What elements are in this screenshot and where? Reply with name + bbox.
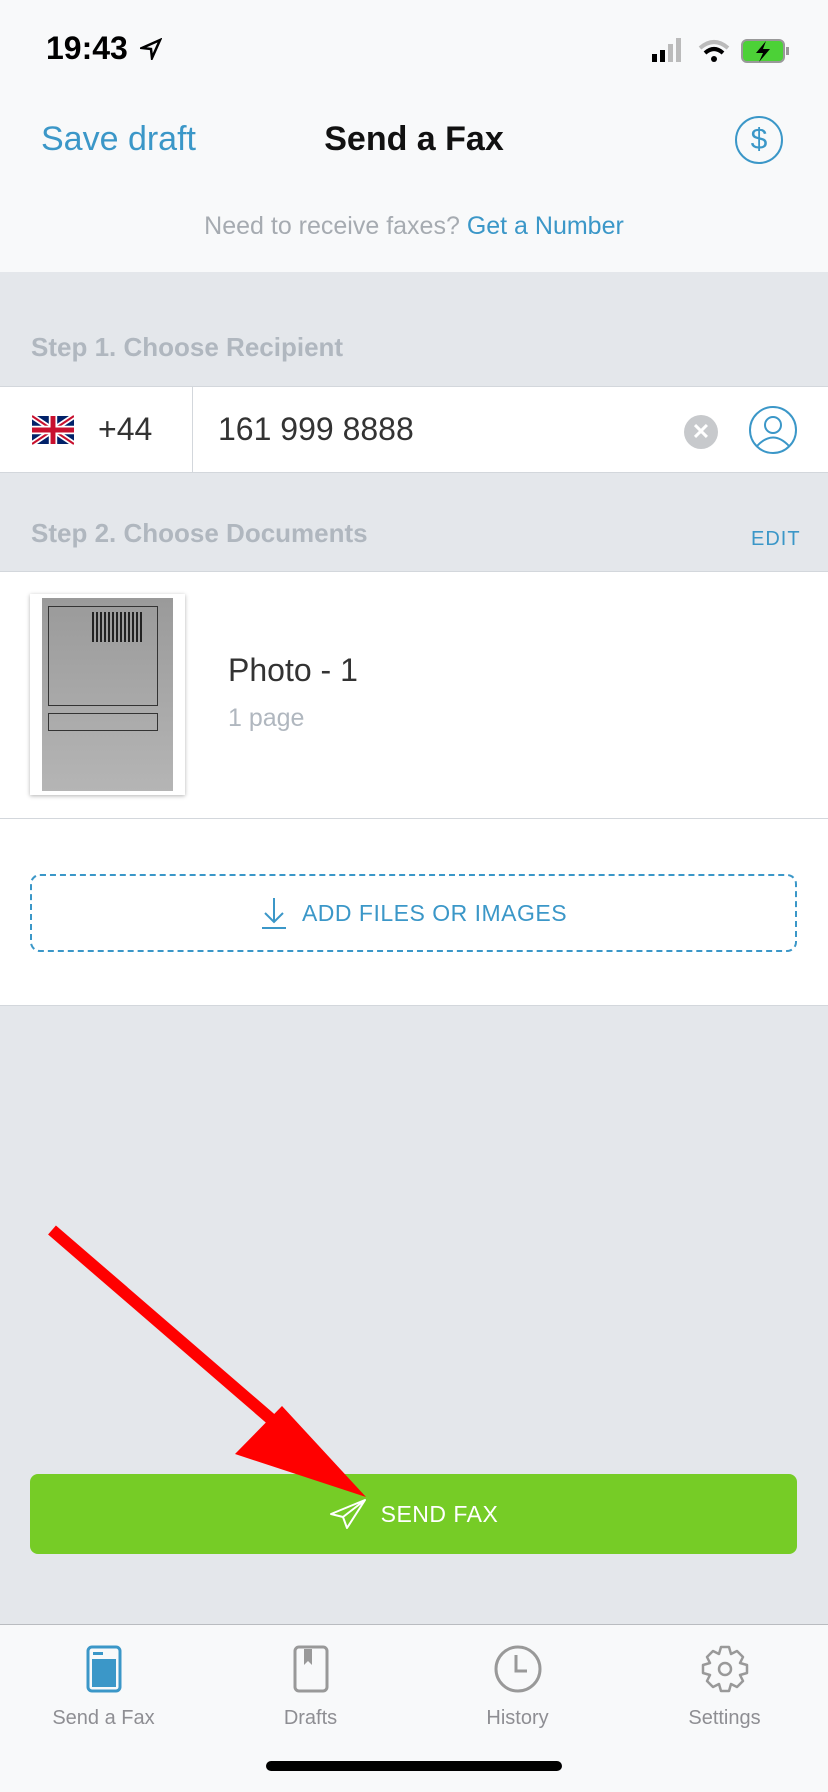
download-icon — [261, 898, 286, 929]
tab-label: Settings — [688, 1707, 761, 1729]
gear-icon — [701, 1645, 748, 1693]
document-row[interactable]: Photo - 1 1 page — [0, 571, 828, 819]
fax-number-input[interactable]: 161 999 8888 — [218, 411, 414, 448]
tab-history[interactable]: History — [414, 1645, 621, 1730]
recipient-row: +44 161 999 8888 ✕ — [0, 386, 828, 473]
tab-label: Send a Fax — [52, 1707, 155, 1729]
document-thumbnail — [30, 594, 185, 795]
clock-icon — [494, 1645, 541, 1693]
clear-icon[interactable]: ✕ — [684, 415, 718, 449]
step1-label: Step 1. Choose Recipient — [31, 332, 344, 362]
get-number-link[interactable]: Get a Number — [467, 212, 624, 240]
uk-flag-icon[interactable] — [32, 415, 74, 445]
step2-label: Step 2. Choose Documents — [31, 518, 368, 548]
add-files-area: ADD FILES OR IMAGES — [0, 819, 828, 1006]
dollar-icon[interactable]: $ — [735, 116, 783, 164]
contact-icon[interactable] — [748, 405, 798, 455]
edit-button[interactable]: EDIT — [751, 528, 801, 551]
country-code[interactable]: +44 — [98, 411, 152, 448]
document-pages: 1 page — [228, 704, 305, 732]
add-files-label: ADD FILES OR IMAGES — [301, 899, 568, 926]
tab-label: Drafts — [283, 1707, 338, 1729]
page-title: Send a Fax — [324, 120, 504, 158]
divider — [192, 387, 193, 473]
annotation-arrow — [48, 1225, 366, 1497]
tab-label: History — [486, 1707, 549, 1729]
status-time: 19:43 — [46, 30, 128, 66]
receive-banner: Need to receive faxes? Get a Number — [0, 212, 828, 241]
tab-drafts[interactable]: Drafts — [207, 1645, 414, 1730]
home-indicator — [266, 1761, 562, 1771]
add-files-button[interactable]: ADD FILES OR IMAGES — [30, 874, 797, 952]
tab-bar: Send a Fax Drafts History Settings — [0, 1624, 828, 1792]
status-icons — [652, 38, 789, 63]
document-name: Photo - 1 — [228, 652, 358, 688]
tab-send-fax[interactable]: Send a Fax — [0, 1645, 207, 1730]
location-icon — [140, 38, 162, 60]
drafts-icon — [293, 1645, 328, 1693]
tab-settings[interactable]: Settings — [621, 1645, 828, 1730]
fax-icon — [86, 1645, 121, 1693]
banner-text: Need to receive faxes? — [204, 212, 460, 240]
